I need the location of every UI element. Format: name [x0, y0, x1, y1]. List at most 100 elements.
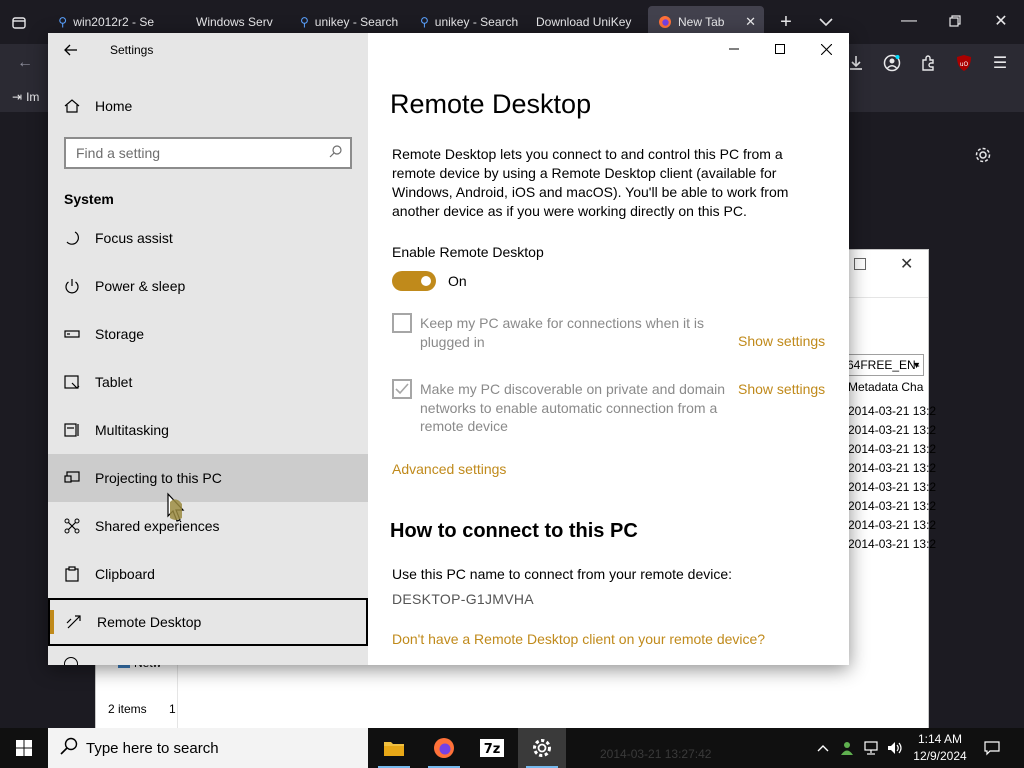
- maximize-icon: [775, 44, 785, 54]
- discoverable-checkbox[interactable]: [392, 379, 412, 399]
- volume-icon[interactable]: [884, 728, 906, 768]
- close-icon: [820, 43, 832, 55]
- nav-item-tablet[interactable]: Tablet: [48, 358, 368, 406]
- no-client-link[interactable]: Don't have a Remote Desktop client on yo…: [392, 631, 765, 647]
- advanced-settings-link[interactable]: Advanced settings: [392, 461, 506, 477]
- discoverable-label: Make my PC discoverable on private and d…: [420, 381, 726, 434]
- nav-item-power-sleep[interactable]: Power & sleep: [48, 262, 368, 310]
- nav-item-storage[interactable]: Storage: [48, 310, 368, 358]
- keep-awake-checkbox[interactable]: [392, 313, 412, 333]
- maximize-button[interactable]: [757, 33, 803, 65]
- multitasking-icon: [64, 422, 80, 438]
- page-title: Remote Desktop: [390, 89, 592, 119]
- moon-icon: [64, 230, 80, 246]
- menu-icon[interactable]: ☰: [990, 53, 1010, 73]
- how-to-connect-heading: How to connect to this PC: [390, 520, 638, 542]
- minimize-button[interactable]: [711, 33, 757, 65]
- nav-item-home[interactable]: Home: [48, 82, 368, 130]
- pc-name-value: DESKTOP-G1JMVHA: [392, 591, 534, 607]
- close-tab-icon[interactable]: ✕: [745, 14, 756, 30]
- taskbar-file-explorer[interactable]: [370, 728, 418, 768]
- restore-browser-button[interactable]: [944, 10, 966, 32]
- table-row[interactable]: 2014-03-21 13:2: [848, 423, 936, 437]
- close-explorer-icon[interactable]: ✕: [900, 254, 913, 274]
- enable-remote-desktop-label: Enable Remote Desktop: [392, 244, 544, 260]
- close-button[interactable]: [803, 33, 849, 65]
- keep-awake-show-settings-link[interactable]: Show settings: [738, 333, 825, 349]
- remote-desktop-page: Remote Desktop Remote Desktop lets you c…: [368, 33, 849, 665]
- start-button[interactable]: [0, 728, 48, 768]
- nav-item-projecting[interactable]: Projecting to this PC: [48, 454, 368, 502]
- column-header-metadata[interactable]: Metadata Cha: [848, 380, 923, 394]
- taskbar-clock[interactable]: 1:14 AM 12/9/2024: [910, 731, 970, 765]
- find-setting-search[interactable]: [64, 137, 352, 169]
- import-icon: ⇥: [12, 90, 23, 104]
- section-heading-system: System: [64, 191, 114, 207]
- gear-icon[interactable]: [972, 144, 994, 166]
- clipboard-icon: [64, 566, 80, 582]
- use-pc-name-label: Use this PC name to connect from your re…: [392, 566, 733, 582]
- settings-titlebar: Settings: [48, 33, 368, 67]
- window-controls: [711, 33, 849, 65]
- toggle-state-label: On: [448, 273, 467, 289]
- downloads-icon[interactable]: [846, 53, 866, 73]
- gear-icon: [533, 739, 551, 757]
- search-icon: ⚲: [420, 15, 429, 29]
- account-icon[interactable]: [882, 53, 902, 73]
- maximize-explorer-icon[interactable]: [854, 258, 866, 270]
- nav-item-shared-experiences[interactable]: Shared experiences: [48, 502, 368, 550]
- taskbar-firefox[interactable]: [420, 728, 468, 768]
- ublock-icon[interactable]: uO: [954, 53, 974, 73]
- clock-date: 12/9/2024: [913, 749, 967, 763]
- table-row[interactable]: 2014-03-21 13:2: [848, 480, 936, 494]
- notification-icon: [984, 741, 1000, 756]
- storage-icon: [64, 326, 80, 342]
- back-arrow-icon[interactable]: ←: [14, 52, 36, 74]
- svg-text:7z: 7z: [484, 742, 501, 757]
- path-dropdown[interactable]: 64FREE_EN- ▼: [844, 354, 924, 376]
- chevron-up-icon: [817, 745, 829, 752]
- nav-item-remote-desktop[interactable]: Remote Desktop: [48, 598, 368, 646]
- chevron-down-icon: [819, 18, 833, 27]
- projecting-icon: [64, 470, 80, 486]
- tab-list-button[interactable]: [8, 12, 30, 34]
- network-user-icon[interactable]: [836, 728, 858, 768]
- network-icon[interactable]: [860, 728, 882, 768]
- import-bookmarks-button[interactable]: ⇥ Im: [12, 90, 39, 104]
- minimize-browser-button[interactable]: —: [898, 10, 920, 32]
- table-row[interactable]: 2014-03-21 13:2: [848, 404, 936, 418]
- nav-item-focus-assist[interactable]: Focus assist: [48, 214, 368, 262]
- table-row[interactable]: 2014-03-21 13:2: [848, 461, 936, 475]
- windows-logo-icon: [16, 740, 32, 756]
- firefox-icon: [434, 738, 454, 758]
- settings-nav-pane: Settings Home System Focus assist P: [48, 33, 368, 665]
- extensions-icon[interactable]: [918, 53, 938, 73]
- back-button[interactable]: [48, 33, 94, 67]
- notifications-button[interactable]: [980, 728, 1004, 768]
- search-input[interactable]: [66, 145, 316, 161]
- show-hidden-icons-button[interactable]: [812, 728, 834, 768]
- taskbar-settings[interactable]: [518, 728, 566, 768]
- svg-text:uO: uO: [960, 61, 969, 68]
- taskbar-search-box[interactable]: Type here to search: [48, 728, 368, 768]
- selection-count: 1: [169, 702, 176, 716]
- table-row[interactable]: 2014-03-21 13:2: [848, 518, 936, 532]
- page-description: Remote Desktop lets you connect to and c…: [392, 146, 789, 219]
- power-icon: [64, 278, 80, 294]
- search-icon: ⚲: [58, 15, 68, 29]
- discoverable-show-settings-link[interactable]: Show settings: [738, 381, 825, 397]
- search-icon: [329, 145, 342, 161]
- taskbar-7zip[interactable]: 7z: [468, 728, 516, 768]
- table-row[interactable]: 2014-03-21 13:2: [848, 499, 936, 513]
- nav-item-clipboard[interactable]: Clipboard: [48, 550, 368, 598]
- checkmark-icon: [395, 383, 409, 395]
- new-tab-button[interactable]: +: [776, 11, 796, 33]
- toggle-knob: [421, 276, 431, 286]
- clock-time: 1:14 AM: [917, 732, 963, 746]
- table-row[interactable]: 2014-03-21 13:2: [848, 537, 936, 551]
- close-browser-button[interactable]: ✕: [990, 10, 1012, 32]
- enable-remote-desktop-toggle[interactable]: [392, 271, 436, 291]
- nav-item-multitasking[interactable]: Multitasking: [48, 406, 368, 454]
- table-row[interactable]: 2014-03-21 13:2: [848, 442, 936, 456]
- list-all-tabs-button[interactable]: [816, 12, 836, 32]
